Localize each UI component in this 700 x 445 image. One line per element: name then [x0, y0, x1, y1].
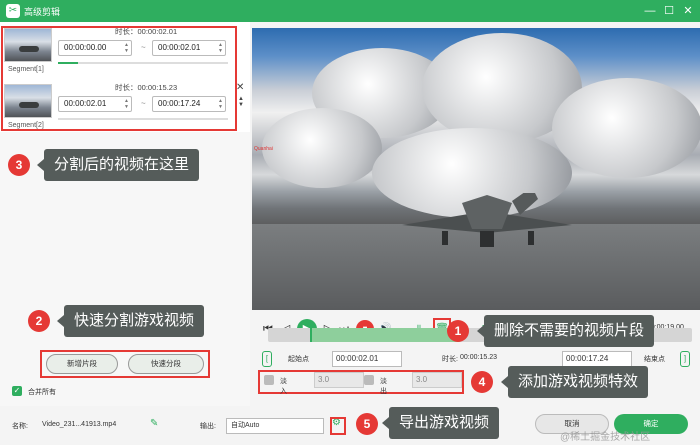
window-title: 高级剪辑 — [24, 7, 61, 17]
fade-in-input[interactable]: 3.0 — [314, 372, 364, 388]
duration-label: 时长: — [442, 356, 458, 363]
settings-highlight — [330, 417, 346, 435]
left-panel: Segment[1] 时长：00:00:02.01 00:00:00.00 ▲ ▼ … — [0, 22, 250, 445]
fade-out-input[interactable]: 3.0 — [412, 372, 462, 388]
set-end-button[interactable]: ] — [680, 351, 690, 367]
fade-out-label: 淡出 — [380, 378, 387, 395]
output-label: 输出: — [200, 423, 216, 430]
merge-all-label: 合并所有 — [28, 389, 56, 396]
jet-image — [402, 193, 572, 247]
fade-out-checkbox[interactable] — [364, 375, 374, 385]
callout-badge: 3 — [8, 154, 30, 176]
start-time-input[interactable]: 00:00:02.01 — [332, 351, 402, 367]
timeline-selection[interactable] — [310, 328, 460, 342]
close-button[interactable]: ✕ — [680, 3, 696, 19]
duration-value: 00:00:15.23 — [460, 354, 497, 361]
callout-tip: 删除不需要的视频片段 — [476, 315, 655, 347]
app-logo-icon: ✂ — [6, 4, 20, 18]
right-panel: Quanhai ⏮ ◁ ▶ ▷ ⏭ ■ 🔊 ⫼ 🗑 + ⧉ ↻ ⌊ ⌋ 00:0… — [250, 22, 700, 445]
merge-all-checkbox[interactable]: ✓ — [12, 386, 22, 396]
set-start-button[interactable]: [ — [262, 351, 272, 367]
fade-in-checkbox[interactable] — [264, 375, 274, 385]
scroll-arrows-icon[interactable]: ▲ ▼ — [238, 96, 244, 108]
segment-list-highlight — [1, 26, 237, 131]
callout-tip: 添加游戏视频特效 — [500, 366, 649, 398]
close-icon[interactable]: ✕ — [236, 82, 244, 93]
video-overlay-text: Quanhai — [254, 146, 273, 152]
new-segment-button[interactable]: 新增片段 — [46, 354, 118, 374]
callout-tip: 分割后的视频在这里 — [36, 149, 200, 181]
output-select[interactable]: 自动Auto — [226, 418, 324, 434]
trim-row: [ 起始点 00:00:02.01 时长: 00:00:15.23 00:00:… — [262, 351, 692, 367]
callout-tip: 快速分割游戏视频 — [56, 305, 205, 337]
start-label: 起始点 — [288, 356, 309, 363]
callout-badge: 1 — [447, 320, 469, 342]
quick-split-button[interactable]: 快速分段 — [128, 354, 204, 374]
watermark: @稀土掘金技术社区 — [560, 432, 651, 443]
maximize-button[interactable]: ☐ — [661, 3, 677, 19]
title-bar: ✂ 高级剪辑 — ☐ ✕ — [0, 0, 700, 22]
callout-tip: 导出游戏视频 — [381, 407, 500, 439]
file-name: Video_231...41913.mp4 — [42, 421, 117, 428]
video-preview[interactable]: Quanhai — [252, 28, 700, 310]
end-time-input[interactable]: 00:00:17.24 — [562, 351, 632, 367]
minimize-button[interactable]: — — [642, 3, 658, 19]
callout-badge: 2 — [28, 310, 50, 332]
edit-icon[interactable]: ✎ — [150, 418, 158, 429]
callout-badge: 5 — [356, 413, 378, 435]
name-label: 名称: — [12, 423, 28, 430]
end-label: 结束点 — [644, 356, 665, 363]
fade-in-label: 淡入 — [280, 378, 287, 395]
callout-badge: 4 — [471, 371, 493, 393]
